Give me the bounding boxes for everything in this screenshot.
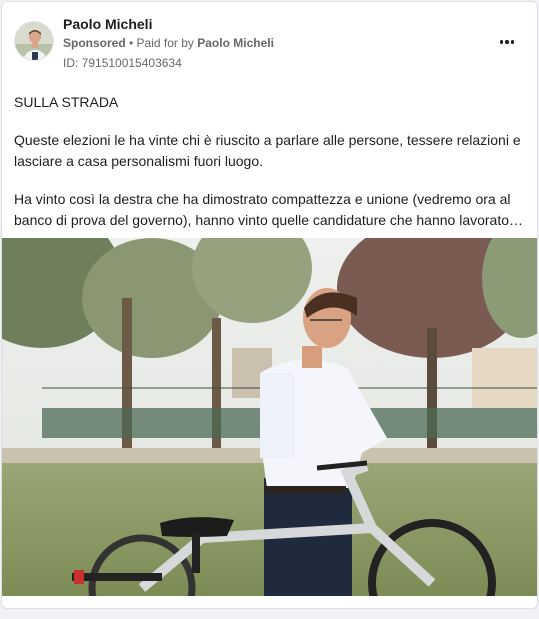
post-headline: SULLA STRADA — [14, 94, 119, 110]
ad-post-card: Paolo Micheli Sponsored • Paid for by Pa… — [1, 1, 538, 609]
post-photo[interactable] — [2, 238, 537, 596]
dot — [499, 40, 504, 44]
dot — [505, 40, 509, 44]
ad-meta-line: Sponsored • Paid for by Paolo Micheli — [63, 36, 274, 50]
author-name[interactable]: Paolo Micheli — [63, 16, 152, 32]
ad-id: ID: 791510015403634 — [63, 56, 182, 70]
man-with-bicycle-image — [2, 238, 537, 596]
post-paragraph-truncated: Ha vinto così la destra che ha dimostrat… — [14, 189, 524, 231]
paid-for-prefix: Paid for by — [136, 36, 198, 50]
paid-for-name[interactable]: Paolo Micheli — [197, 36, 274, 50]
sponsored-label: Sponsored — [63, 36, 126, 50]
meta-separator: • — [125, 36, 137, 50]
dot — [510, 40, 515, 44]
truncated-text: Ha vinto così la destra che ha dimostrat… — [14, 191, 524, 228]
avatar-image — [15, 22, 53, 60]
avatar[interactable] — [14, 21, 54, 61]
more-options-icon[interactable] — [495, 32, 519, 52]
post-paragraph: Queste elezioni le ha vinte chi è riusci… — [14, 132, 521, 169]
